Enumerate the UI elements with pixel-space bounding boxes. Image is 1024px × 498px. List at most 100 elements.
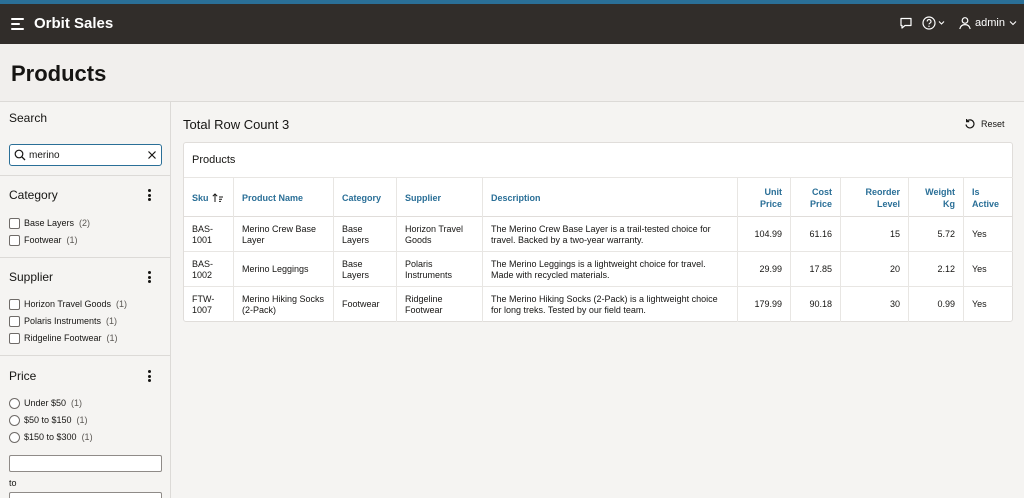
search-title: Search xyxy=(9,111,48,125)
help-menu-button[interactable] xyxy=(922,15,946,31)
kebab-icon[interactable] xyxy=(148,189,152,201)
column-header-category[interactable]: Category xyxy=(334,178,397,218)
products-report-region: Products Sku Product Name Category Suppl… xyxy=(183,142,1013,322)
price-range-to-input[interactable] xyxy=(9,492,162,498)
cell-sku: BAS-1002 xyxy=(184,252,234,287)
cell-cost-price: 90.18 xyxy=(791,287,841,322)
column-header-label: Is Active xyxy=(972,187,1000,209)
divider xyxy=(0,355,170,356)
facet-price-50-150[interactable]: $50 to $150 (1) xyxy=(9,414,88,426)
cell-product-name: Merino Leggings xyxy=(234,252,334,287)
cell-reorder-level: 15 xyxy=(841,217,909,252)
facet-category-base-layers[interactable]: Base Layers (2) xyxy=(9,217,90,229)
facet-supplier-ridgeline[interactable]: Ridgeline Footwear (1) xyxy=(9,332,118,344)
reset-button[interactable]: Reset xyxy=(964,117,1005,131)
price-range-from-input[interactable] xyxy=(9,455,162,472)
column-header-sku[interactable]: Sku xyxy=(184,178,234,218)
reset-icon xyxy=(965,119,975,129)
checkbox[interactable] xyxy=(9,315,20,327)
column-header-cost-price[interactable]: Cost Price xyxy=(791,178,841,218)
chat-icon[interactable] xyxy=(899,16,913,30)
facet-option-label: Ridgeline Footwear xyxy=(24,333,102,343)
chevron-down-icon xyxy=(938,21,945,25)
table-row[interactable]: BAS-1001 Merino Crew Base Layer Base Lay… xyxy=(184,217,1013,252)
cell-product-name: Merino Crew Base Layer xyxy=(234,217,334,252)
cell-is-active: Yes xyxy=(972,264,987,274)
cell-weight-kg: 0.99 xyxy=(909,287,964,322)
user-icon[interactable] xyxy=(958,16,972,30)
column-header-reorder-level[interactable]: Reorder Level xyxy=(841,178,909,218)
cell-cost-price: 17.85 xyxy=(791,252,841,287)
facet-price-under-50[interactable]: Under $50 (1) xyxy=(9,397,82,409)
cell-supplier: Polaris Instruments xyxy=(397,252,483,287)
cell-weight-kg: 2.12 xyxy=(909,252,964,287)
cell-is-active: Yes xyxy=(972,229,987,239)
search-icon xyxy=(14,149,26,161)
reset-label: Reset xyxy=(981,119,1005,129)
table-header: Sku Product Name Category Supplier Descr… xyxy=(184,177,1013,218)
hamburger-icon[interactable] xyxy=(11,18,24,30)
radio-button[interactable] xyxy=(9,431,20,443)
facet-option-count: (1) xyxy=(106,333,118,343)
total-row-count: Total Row Count 3 xyxy=(183,117,290,132)
divider xyxy=(0,257,170,258)
facet-price-150-300[interactable]: $150 to $300 (1) xyxy=(9,431,93,443)
checkbox[interactable] xyxy=(9,298,20,310)
column-header-label: Cost Price xyxy=(809,187,832,209)
cell-supplier: Horizon Travel Goods xyxy=(397,217,483,252)
radio-button[interactable] xyxy=(9,414,20,426)
cell-category: Base Layers xyxy=(334,252,397,287)
column-header-label: Sku xyxy=(192,193,209,203)
search-input[interactable] xyxy=(29,148,141,162)
user-menu[interactable]: admin xyxy=(975,17,1017,29)
kebab-icon[interactable] xyxy=(148,370,152,382)
cell-sku: FTW-1007 xyxy=(184,287,234,322)
facet-option-label: Polaris Instruments xyxy=(24,316,102,326)
column-header-is-active[interactable]: Is Active xyxy=(964,178,1013,218)
column-header-description[interactable]: Description xyxy=(483,178,738,218)
cell-unit-price: 179.99 xyxy=(738,287,791,322)
facet-supplier-horizon[interactable]: Horizon Travel Goods (1) xyxy=(9,298,127,310)
chevron-down-icon xyxy=(1009,21,1017,26)
facet-price-title: Price xyxy=(9,369,37,383)
radio-button[interactable] xyxy=(9,397,20,409)
help-icon xyxy=(922,16,936,30)
user-name: admin xyxy=(975,17,1005,29)
facet-option-count: (1) xyxy=(71,398,83,408)
cell-description: The Merino Leggings is a lightweight cho… xyxy=(483,252,738,287)
facet-option-count: (1) xyxy=(81,432,93,442)
cell-is-active: Yes xyxy=(972,299,987,309)
cell-category: Base Layers xyxy=(334,217,397,252)
facet-supplier-title: Supplier xyxy=(9,270,54,284)
facet-option-label: Footwear xyxy=(24,235,62,245)
cell-category: Footwear xyxy=(334,287,397,322)
search-input-wrapper xyxy=(9,144,162,166)
checkbox[interactable] xyxy=(9,332,20,344)
facet-option-label: $50 to $150 xyxy=(24,415,72,425)
facet-supplier-polaris[interactable]: Polaris Instruments (1) xyxy=(9,315,117,327)
column-header-supplier[interactable]: Supplier xyxy=(397,178,483,218)
facet-option-label: $150 to $300 xyxy=(24,432,77,442)
column-header-product-name[interactable]: Product Name xyxy=(234,178,334,218)
checkbox[interactable] xyxy=(9,234,20,246)
close-icon[interactable] xyxy=(147,150,157,160)
facet-option-count: (2) xyxy=(79,218,91,228)
facet-category-footwear[interactable]: Footwear (1) xyxy=(9,234,78,246)
app-header: Orbit Sales admin xyxy=(0,4,1024,44)
facet-option-label: Horizon Travel Goods xyxy=(24,299,112,309)
column-header-weight-kg[interactable]: Weight Kg xyxy=(909,178,964,218)
column-header-unit-price[interactable]: Unit Price xyxy=(738,178,791,218)
cell-unit-price: 29.99 xyxy=(738,252,791,287)
kebab-icon[interactable] xyxy=(148,271,152,283)
checkbox[interactable] xyxy=(9,217,20,229)
sort-ascending-icon xyxy=(211,193,223,202)
cell-weight-kg: 5.72 xyxy=(909,217,964,252)
column-header-label: Weight Kg xyxy=(925,187,955,209)
column-header-label: Reorder Level xyxy=(865,187,900,209)
table-row[interactable]: BAS-1002 Merino Leggings Base Layers Pol… xyxy=(184,252,1013,287)
facet-option-count: (1) xyxy=(116,299,128,309)
table-row[interactable]: FTW-1007 Merino Hiking Socks (2-Pack) Fo… xyxy=(184,287,1013,322)
facet-category-title: Category xyxy=(9,188,58,202)
app-title[interactable]: Orbit Sales xyxy=(34,15,113,32)
region-title: Products xyxy=(192,154,236,166)
